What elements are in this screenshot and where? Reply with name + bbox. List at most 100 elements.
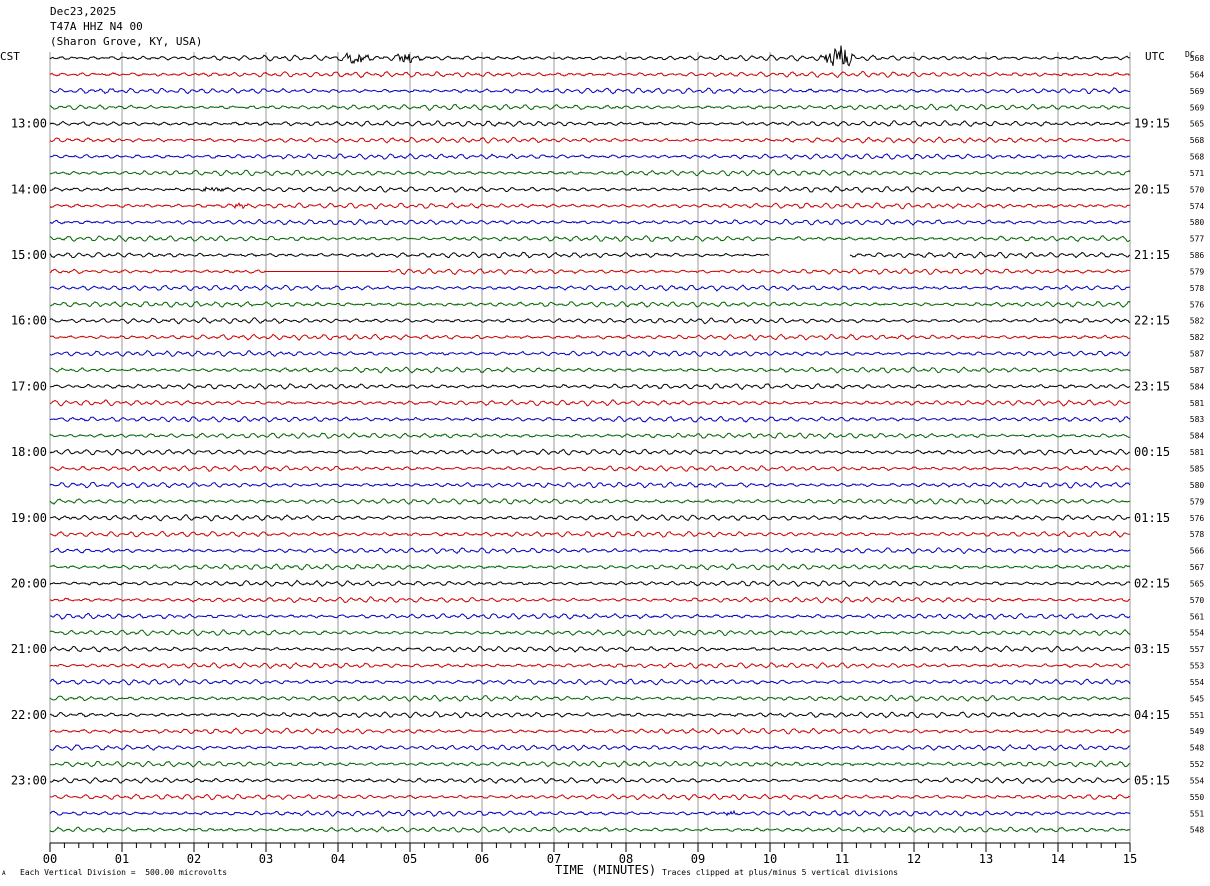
right-hour-label: 19:15 [1134,117,1170,131]
trace-row [49,777,1131,785]
date-label: Dec23,2025 [50,5,117,18]
trace-row [49,153,1131,160]
x-axis-title: TIME (MINUTES) [555,863,657,877]
trace-row [49,169,1131,177]
dc-offset-label: 553 [1190,662,1205,671]
trace-row [49,497,1131,505]
dc-offset-label: 585 [1190,465,1205,474]
dc-offset-label: 580 [1190,481,1205,490]
dc-offset-label: 570 [1190,185,1205,194]
trace-row [49,87,1131,95]
x-tick-label: 14 [1051,852,1065,866]
trace-row [49,70,1131,79]
trace-row [49,432,1131,439]
dc-offset-label: 571 [1190,169,1205,178]
trace-row [49,103,1131,111]
dc-offset-label: 576 [1190,300,1205,309]
dc-offset-label: 550 [1190,793,1205,802]
trace-row [49,481,1131,489]
trace-row [49,317,1131,325]
dc-offset-label: 586 [1190,251,1205,260]
left-hour-label: 16:00 [11,314,47,328]
right-timezone-label: UTC [1145,50,1165,63]
dc-offset-label: 577 [1190,235,1205,244]
x-tick-label: 11 [835,852,849,866]
dc-offset-label: 548 [1190,744,1205,753]
dc-offset-label: 582 [1190,333,1205,342]
dc-offset-label: 569 [1190,103,1205,112]
dc-offset-label: 568 [1190,153,1205,162]
trace-row [49,628,1131,637]
trace-row [49,218,1131,226]
trace-row [49,513,1131,522]
trace-row [49,251,1131,259]
dc-offset-label: 582 [1190,317,1205,326]
trace-row [49,612,1131,620]
trace-row [49,234,1131,243]
dc-offset-label: 566 [1190,547,1205,556]
right-hour-label: 03:15 [1134,642,1170,656]
location-label: (Sharon Grove, KY, USA) [50,35,203,48]
dc-offset-label: 583 [1190,415,1205,424]
dc-offset-label: 554 [1190,678,1205,687]
right-hour-label: 02:15 [1134,576,1170,590]
right-hour-label: 04:15 [1134,708,1170,722]
dc-offset-label: 581 [1190,448,1205,457]
trace-row [49,645,1131,653]
left-hour-label: 20:00 [11,576,47,590]
trace-row [49,120,1131,128]
dc-offset-label: 567 [1190,563,1205,572]
x-tick-label: 03 [259,852,273,866]
trace-row [49,760,1131,768]
dc-offset-label: 576 [1190,514,1205,523]
right-hour-label: 00:15 [1134,445,1170,459]
dc-offset-label: 584 [1190,382,1205,391]
trace-row [49,530,1130,538]
right-hour-label: 20:15 [1134,182,1170,196]
trace-row [49,383,1131,391]
right-hour-label: 23:15 [1134,379,1170,393]
dc-offset-label: 554 [1190,629,1205,638]
x-tick-label: 13 [979,852,993,866]
trace-row [49,711,1131,719]
dc-offset-label: 584 [1190,432,1205,441]
clip-note: Traces clipped at plus/minus 5 vertical … [662,868,899,877]
x-tick-label: 10 [763,852,777,866]
trace-row [49,415,1131,423]
right-hour-label: 01:15 [1134,511,1170,525]
trace-row [49,793,1131,801]
left-hour-label: 22:00 [11,708,47,722]
trace-row [49,448,1131,456]
dc-offset-label: 581 [1190,399,1205,408]
dc-offset-label: 579 [1190,497,1205,506]
trace-row [49,366,1131,374]
dc-offset-label: 549 [1190,727,1205,736]
trace-row [49,45,1131,67]
x-tick-label: 02 [187,852,201,866]
trace-row [49,185,1131,194]
trace-row [49,826,1131,834]
x-tick-label: 05 [403,852,417,866]
trace-row [49,399,1131,407]
left-hour-label: 13:00 [11,117,47,131]
helicorder-plot: 5685645695695655685685715705745805775865… [11,45,1205,866]
station-label: T47A HHZ N4 00 [50,20,143,33]
x-tick-label: 01 [115,852,129,866]
dc-header-label: DC [1185,50,1195,59]
dc-offset-label: 574 [1190,202,1205,211]
trace-row [49,694,1131,703]
trace-row [49,284,1131,292]
dc-offset-label: 551 [1190,711,1205,720]
dc-offset-label: 570 [1190,596,1205,605]
dc-offset-label: 548 [1190,826,1205,835]
trace-row [49,563,1131,571]
trace-row [49,333,1131,341]
left-timezone-label: CST [0,50,20,63]
trace-row [49,267,1131,276]
left-hour-label: 14:00 [11,182,47,196]
right-hour-label: 05:15 [1134,773,1170,787]
left-hour-label: 21:00 [11,642,47,656]
x-tick-label: 04 [331,852,345,866]
x-tick-label: 00 [43,852,57,866]
dc-offset-label: 565 [1190,120,1205,129]
